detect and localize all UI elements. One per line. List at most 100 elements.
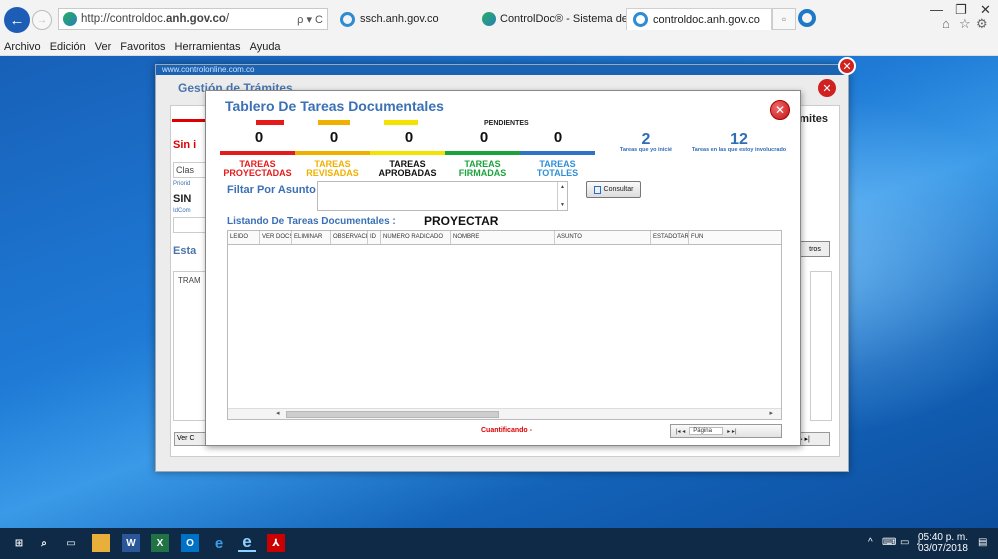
consultar-button[interactable]: Consultar [586, 181, 641, 198]
outlook-icon[interactable]: O [181, 534, 199, 552]
arrow-right-icon: → [37, 14, 47, 26]
cat-proyectadas[interactable]: TAREAS PROYECTADAS [220, 160, 295, 178]
search-icon[interactable]: ⌕ [35, 534, 53, 552]
asunto-filter-input[interactable]: ▲ ▼ [317, 181, 568, 211]
count-totales: 0 [553, 129, 563, 146]
cat-firmadas[interactable]: TAREAS FIRMADAS [445, 160, 520, 178]
page-input[interactable]: Página [689, 427, 724, 435]
stripe-yellow [370, 151, 445, 155]
filter-label: Filtar Por Asunto : [227, 184, 323, 196]
url-suffix: / [225, 13, 230, 25]
pending-bar-yellow [384, 120, 418, 125]
menu-bar: Archivo Edición Ver Favoritos Herramient… [0, 38, 998, 56]
menu-ayuda[interactable]: Ayuda [250, 41, 281, 53]
close-icon: ✕ [774, 103, 786, 117]
col-observacio[interactable]: OBSERVACIO [331, 231, 368, 244]
tab-ssch[interactable]: ssch.anh.gov.co [334, 8, 445, 30]
cat-aprobadas[interactable]: TAREAS APROBADAS [370, 160, 445, 178]
input-icon[interactable]: ⌨ [882, 537, 896, 548]
url-domain: anh.gov.co [166, 13, 226, 25]
pending-bar-red [256, 120, 284, 125]
tray-chevron-icon[interactable]: ^ [868, 537, 873, 548]
new-tab-button[interactable]: ▫ [772, 8, 796, 30]
word-icon[interactable]: W [122, 534, 140, 552]
internet-explorer-icon[interactable]: e [238, 532, 256, 552]
menu-ver[interactable]: Ver [95, 41, 112, 53]
outer-modal-header: www.controlonline.com.co [156, 65, 848, 75]
tablero-close-button[interactable]: ✕ [770, 100, 790, 120]
count-revisadas: 0 [329, 129, 339, 146]
col-ver-docs[interactable]: VER DOCS [260, 231, 292, 244]
col-numero-radicado[interactable]: NUMERO RADICADO [381, 231, 451, 244]
background-mites-label: mites [799, 113, 828, 125]
col-estadotarea[interactable]: ESTADOTAREA [651, 231, 689, 244]
task-view-icon[interactable]: ▭ [62, 534, 80, 552]
stripe-orange [295, 151, 370, 155]
url-prefix: http://controldoc. [81, 13, 167, 25]
address-bar[interactable]: http://controldoc. anh.gov.co / ρ ▾ C [58, 8, 328, 30]
filter-scroll[interactable]: ▲ ▼ [557, 182, 567, 210]
menu-edicion[interactable]: Edición [50, 41, 86, 53]
cat-line2: PROYECTADAS [223, 168, 292, 178]
file-explorer-icon[interactable] [92, 534, 110, 552]
clock[interactable]: 05:40 p. m. 03/07/2018 [918, 532, 968, 554]
cat-line2: REVISADAS [306, 168, 359, 178]
col-id[interactable]: ID [368, 231, 381, 244]
tablero-modal: Tablero De Tareas Documentales ✕ PENDIEN… [205, 90, 801, 446]
windows-start-icon[interactable]: ⊞ [10, 534, 28, 552]
col-leido[interactable]: LEIDO [228, 231, 260, 244]
scroll-left-icon[interactable]: ◂ [276, 409, 280, 417]
consultar-label: Consultar [603, 186, 634, 193]
clock-time: 05:40 p. m. [917, 532, 968, 543]
up-arrow-icon: ▲ [560, 184, 565, 190]
gear-icon[interactable]: ⚙ [976, 16, 988, 32]
menu-favoritos[interactable]: Favoritos [120, 41, 165, 53]
star-icon[interactable]: ☆ [959, 16, 971, 32]
col-nombre[interactable]: NOMBRE [451, 231, 555, 244]
outer-close-button[interactable]: ✕ [838, 57, 856, 75]
acrobat-icon[interactable]: ⅄ [267, 534, 285, 552]
count-firmadas: 0 [479, 129, 489, 146]
background-idcom-label: IdCom [173, 208, 191, 214]
menu-herramientas[interactable]: Herramientas [175, 41, 241, 53]
tab-label: controldoc.anh.gov.co [653, 13, 760, 26]
down-arrow-icon: ▼ [560, 202, 565, 208]
forward-button[interactable]: → [32, 10, 52, 30]
cat-totales[interactable]: TAREAS TOTALES [520, 160, 595, 178]
pager[interactable]: |◂ ◂ Página ▸ ▸| [670, 424, 782, 438]
list-label: Listando De Tareas Documentales : [227, 216, 396, 227]
back-button[interactable]: ← [4, 7, 30, 33]
network-icon[interactable]: ▭ [900, 537, 909, 548]
clock-date: 03/07/2018 [917, 543, 968, 554]
tab-controldoc-active[interactable]: controldoc.anh.gov.co [626, 8, 772, 30]
pendientes-label: PENDIENTES [484, 120, 529, 127]
notifications-icon[interactable]: ▤ [978, 537, 987, 548]
horizontal-scrollbar[interactable]: ◂ ▸ [228, 408, 781, 419]
grid-header: LEIDO VER DOCS ELIMINAR OBSERVACIO ID NU… [228, 231, 781, 245]
menu-archivo[interactable]: Archivo [4, 41, 41, 53]
col-fun[interactable]: FUN [689, 231, 703, 244]
excel-icon[interactable]: X [151, 534, 169, 552]
outer-close-secondary-button[interactable]: ✕ [818, 79, 836, 97]
pager-next-icons[interactable]: ▸ ▸| [727, 428, 736, 435]
status-text: Cuantificando - [481, 427, 532, 434]
ie-logo-icon [798, 9, 816, 27]
edge-icon[interactable]: e [210, 534, 228, 552]
background-tros-button[interactable]: tros [800, 241, 830, 257]
background-right-panel [810, 271, 832, 421]
scroll-thumb[interactable] [286, 411, 499, 418]
background-esta-label: Esta [173, 245, 197, 257]
col-eliminar[interactable]: ELIMINAR [292, 231, 331, 244]
browser-chrome: ← → http://controldoc. anh.gov.co / ρ ▾ C … [0, 0, 998, 38]
scroll-right-icon[interactable]: ▸ [769, 409, 773, 417]
minimize-icon[interactable]: — [930, 2, 943, 17]
pager-prev-icons[interactable]: |◂ ◂ [676, 428, 685, 435]
tab-label: ssch.anh.gov.co [360, 13, 439, 25]
col-asunto[interactable]: ASUNTO [555, 231, 651, 244]
count-aprobadas: 0 [404, 129, 414, 146]
background-pager-right[interactable]: ▸ ▸| [796, 432, 830, 446]
cat-revisadas[interactable]: TAREAS REVISADAS [295, 160, 370, 178]
address-actions[interactable]: ρ ▾ C [297, 13, 323, 26]
new-tab-icon: ▫ [781, 12, 787, 26]
home-icon[interactable]: ⌂ [942, 16, 950, 31]
